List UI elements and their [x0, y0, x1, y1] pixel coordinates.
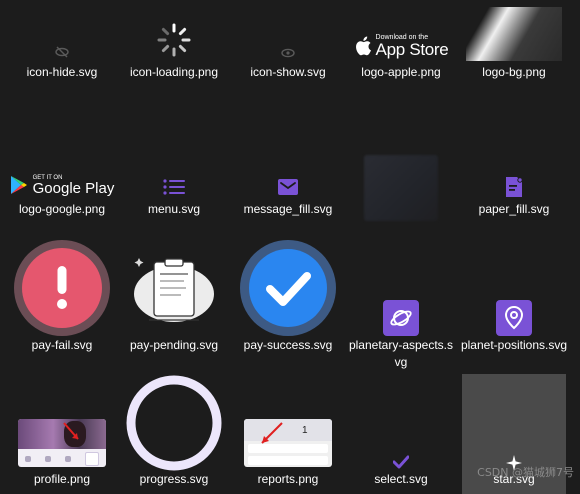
envelope-icon [233, 178, 343, 196]
file-name: icon-loading.png [129, 65, 219, 79]
file-item[interactable]: menu.svg [119, 140, 229, 240]
file-item[interactable]: icon-show.svg [233, 0, 343, 100]
file-item[interactable]: pay-fail.svg [7, 240, 117, 370]
badge-large-text: Google Play [32, 179, 115, 197]
file-name: planet-positions.svg [460, 338, 568, 352]
profile-screenshot-image [7, 418, 117, 468]
file-name: message_fill.svg [243, 202, 333, 216]
checkmark-icon [346, 454, 456, 470]
report-value: 1 [302, 425, 308, 436]
file-item[interactable]: logo-bg.png [459, 0, 569, 100]
file-name: pay-success.svg [243, 338, 333, 352]
file-item[interactable]: planet-positions.svg [459, 240, 569, 370]
progress-ring-icon [119, 375, 229, 471]
google-play-badge: GET IT ON Google Play [7, 170, 117, 200]
planet-icon [346, 300, 456, 336]
location-pin-icon [459, 300, 569, 336]
gradient-background-image [459, 7, 569, 61]
file-item[interactable]: icon-hide.svg [7, 0, 117, 100]
reports-screenshot-image: 1 [233, 418, 343, 468]
blurred-image [346, 154, 456, 222]
file-item[interactable]: Download on the App Store logo-apple.png [346, 0, 456, 100]
file-name: menu.svg [147, 202, 201, 216]
clipboard-icon [119, 254, 229, 326]
file-name: profile.png [33, 472, 91, 486]
file-item[interactable] [346, 140, 456, 240]
file-item[interactable]: profile.png [7, 370, 117, 494]
file-name: pay-fail.svg [31, 338, 93, 352]
file-name: icon-show.svg [250, 65, 326, 79]
file-name: paper_fill.svg [478, 202, 550, 216]
eye-hide-icon [7, 42, 117, 62]
eye-show-icon [233, 46, 343, 60]
file-name: icon-hide.svg [26, 65, 98, 79]
file-name: logo-bg.png [482, 65, 546, 79]
file-item[interactable]: pay-pending.svg [119, 240, 229, 370]
file-item[interactable]: select.svg [346, 370, 456, 494]
file-name: pay-pending.svg [129, 338, 219, 352]
file-item[interactable]: 1 reports.png [233, 370, 343, 494]
file-name: reports.png [257, 472, 319, 486]
file-item[interactable]: progress.svg [119, 370, 229, 494]
menu-list-icon [119, 178, 229, 196]
file-item[interactable]: icon-loading.png [119, 0, 229, 100]
document-icon [459, 176, 569, 198]
loading-spinner-icon [119, 22, 229, 58]
watermark: CSDN @猫城狮7号 [477, 466, 574, 479]
file-item[interactable]: pay-success.svg [233, 240, 343, 370]
file-name: progress.svg [139, 472, 209, 486]
google-play-icon [10, 176, 27, 194]
file-name: logo-apple.png [361, 65, 441, 79]
exclamation-circle-icon [7, 240, 117, 336]
file-name: logo-google.png [18, 202, 106, 216]
badge-large-text: App Store [375, 40, 449, 59]
file-item[interactable]: planetary-aspects.svg [346, 240, 456, 370]
apple-logo-icon [355, 36, 371, 56]
file-item[interactable]: paper_fill.svg [459, 140, 569, 240]
checkmark-circle-icon [233, 240, 343, 336]
file-item[interactable]: GET IT ON Google Play logo-google.png [7, 140, 117, 240]
app-store-badge: Download on the App Store [346, 30, 456, 62]
file-item[interactable]: message_fill.svg [233, 140, 343, 240]
file-name: planetary-aspects.svg [348, 338, 454, 369]
file-name: select.svg [374, 472, 428, 486]
